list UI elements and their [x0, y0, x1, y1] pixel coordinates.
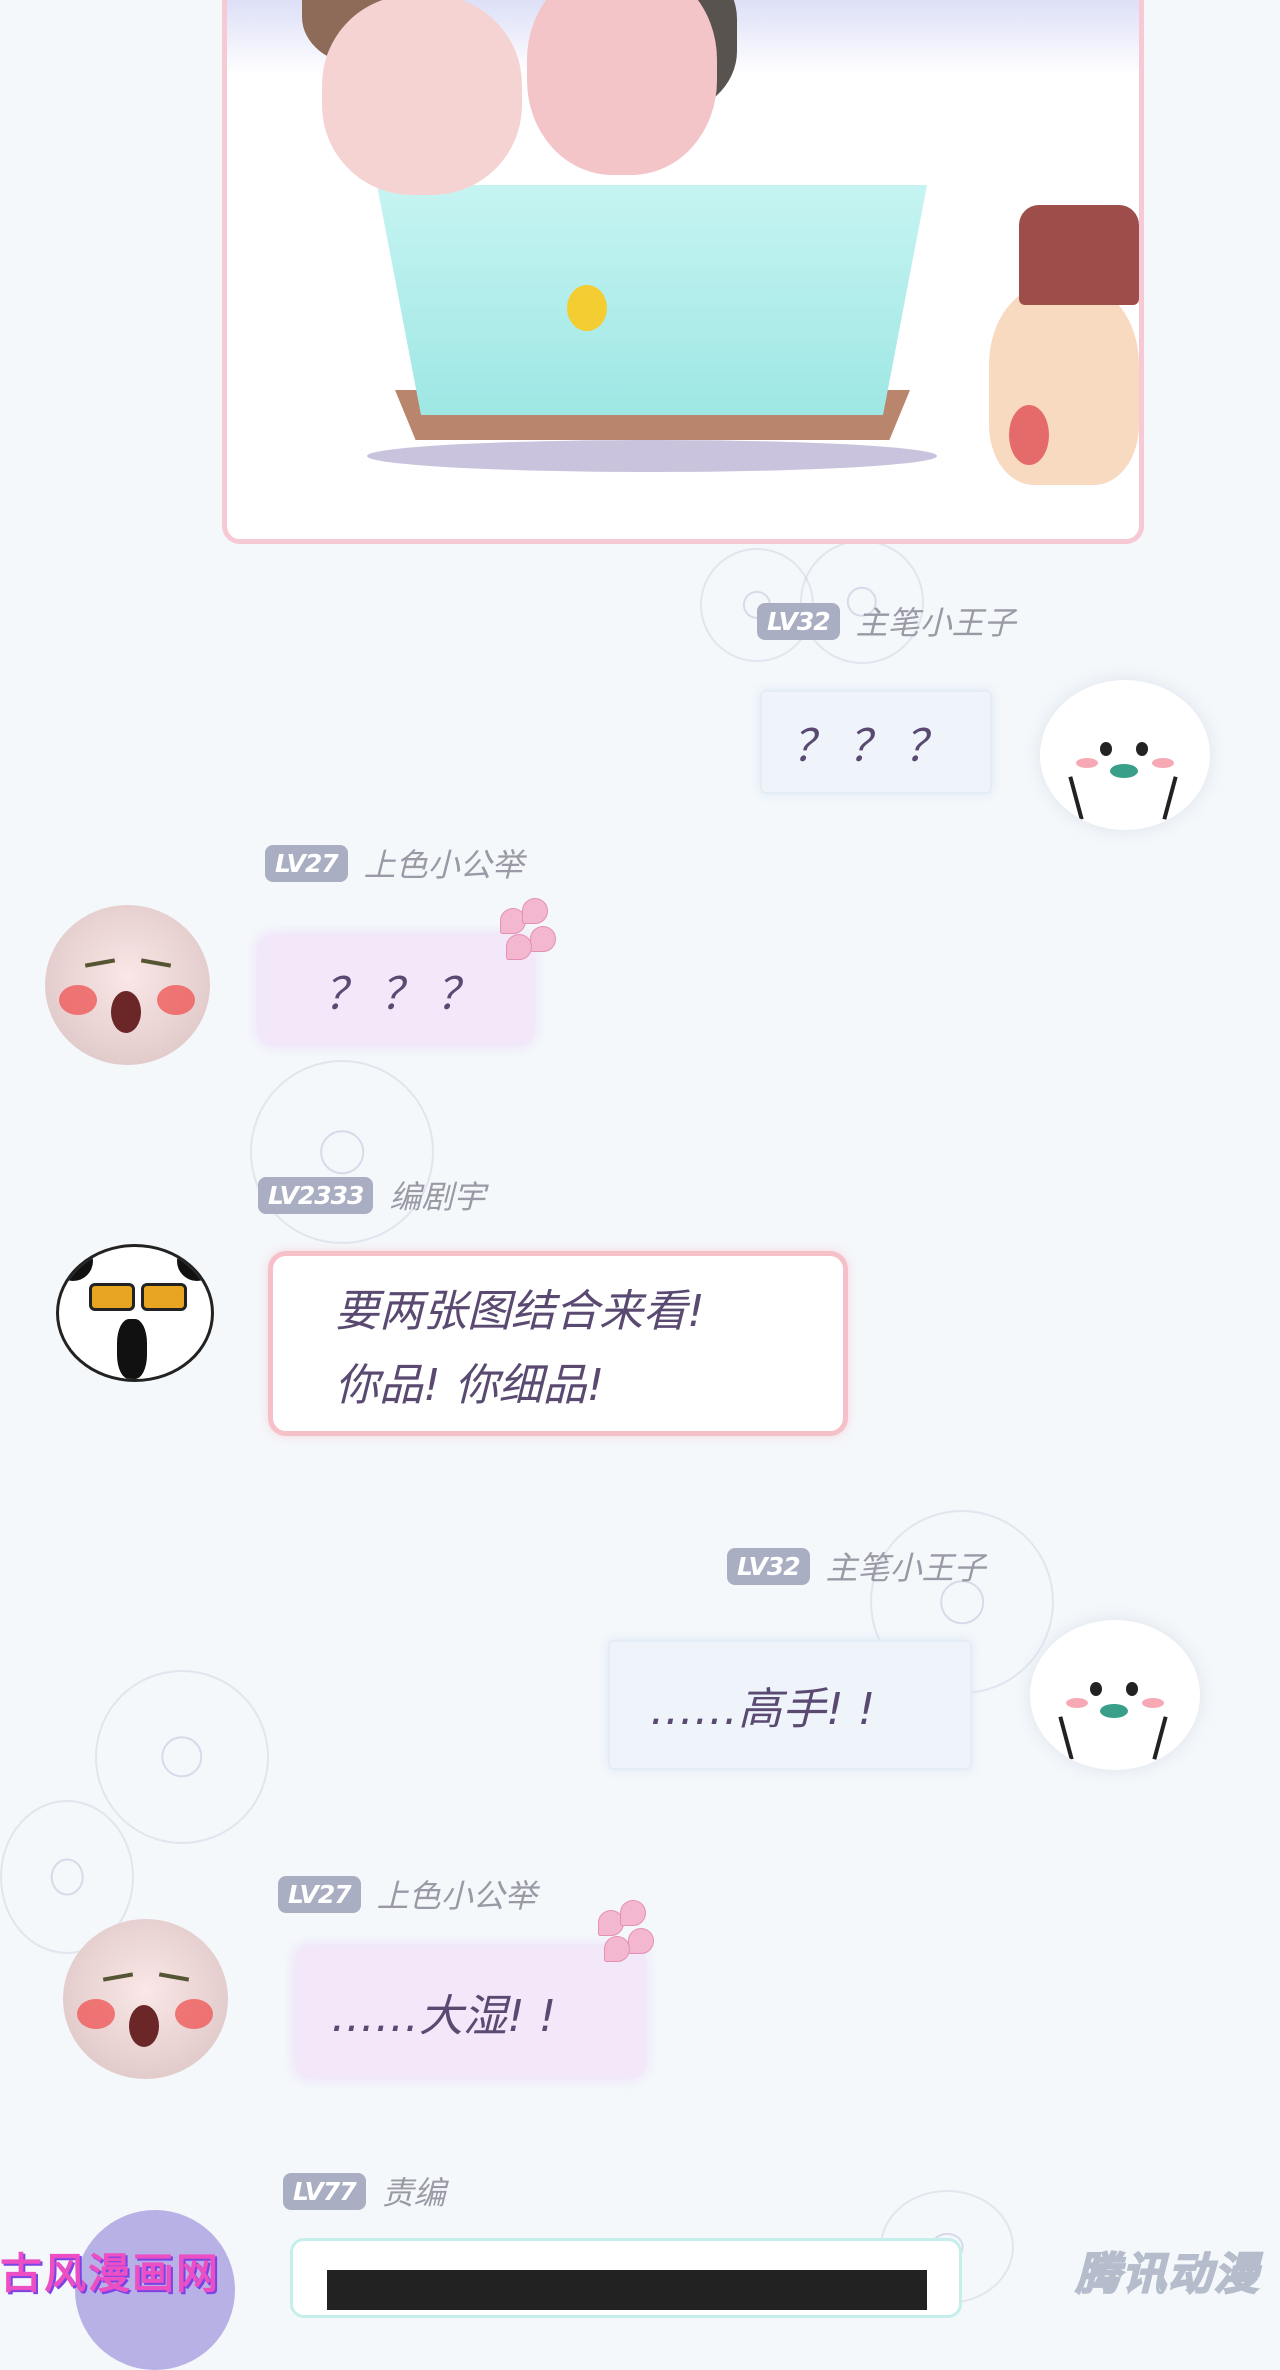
- message-header: LV2333 编剧宇: [258, 1172, 485, 1218]
- message-header: LV32 主笔小王子: [757, 598, 1016, 644]
- username: 上色小公举: [363, 846, 524, 884]
- avatar: [63, 1919, 228, 2079]
- flower-decoration: [95, 1670, 269, 1844]
- chat-bubble: ？？？: [258, 935, 534, 1045]
- level-badge: LV27: [265, 844, 348, 882]
- level-badge: LV32: [727, 1547, 810, 1585]
- shocked-man-illustration: [989, 205, 1139, 505]
- message-header: LV27 上色小公举: [278, 1871, 537, 1917]
- bathtub-illustration: [347, 155, 957, 472]
- level-badge: LV32: [757, 602, 840, 640]
- level-badge: LV77: [283, 2172, 366, 2210]
- chat-bubble: ？？？: [760, 690, 992, 794]
- message-header: LV32 主笔小王子: [727, 1543, 986, 1589]
- chat-bubble: ……高手! !: [608, 1640, 972, 1770]
- message-header: LV77 责编: [283, 2168, 446, 2214]
- level-badge: LV27: [278, 1875, 361, 1913]
- avatar: [45, 905, 210, 1065]
- message-text-line: 要两张图结合来看!: [335, 1285, 705, 1337]
- rubber-duck-icon: [567, 285, 607, 331]
- level-badge: LV2333: [258, 1176, 374, 1214]
- chat-bubble: ……大湿! !: [295, 1946, 645, 2078]
- username: 主笔小王子: [825, 1549, 986, 1587]
- avatar: [1040, 680, 1210, 830]
- message-text: ……高手! !: [650, 1684, 876, 1735]
- chat-bubble: 要两张图结合来看! 你品! 你细品!: [268, 1251, 848, 1436]
- message-text: ……大湿! !: [331, 1991, 557, 2042]
- avatar: [56, 1244, 214, 1382]
- watermark-logo: 腾讯动漫: [1075, 2248, 1260, 2301]
- message-text-line: 你品! 你细品!: [335, 1359, 605, 1411]
- sakura-sticker-icon: [598, 1900, 668, 1970]
- username: 编剧宇: [389, 1178, 486, 1216]
- message-text: ？？？: [324, 969, 492, 1020]
- username: 主笔小王子: [855, 604, 1016, 642]
- character-figure: [527, 0, 717, 175]
- character-figure: [322, 0, 522, 195]
- avatar: [1030, 1620, 1200, 1770]
- image-preview: [327, 2270, 927, 2310]
- comic-panel-image: [222, 0, 1144, 544]
- message-text: ？？？: [792, 721, 960, 772]
- message-header: LV27 上色小公举: [265, 840, 524, 886]
- sakura-sticker-icon: [500, 898, 570, 968]
- watermark-logo: 古风漫画网: [0, 2249, 221, 2298]
- username: 上色小公举: [376, 1877, 537, 1915]
- username: 责编: [381, 2174, 446, 2212]
